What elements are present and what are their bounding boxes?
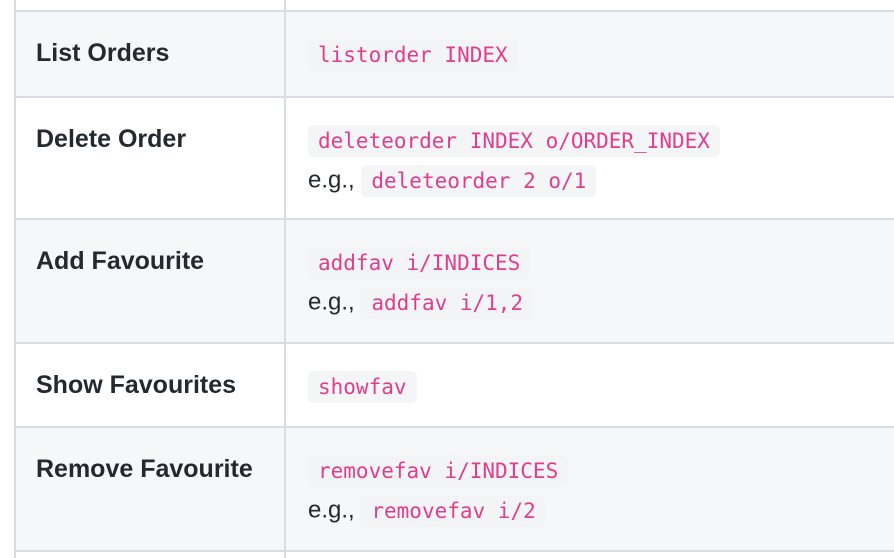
table-row-remove-favourite: Remove Favourite removefav i/INDICES e.g… [16, 428, 894, 552]
table-row-partial-bottom [16, 552, 894, 558]
table-row-show-favourites: Show Favourites showfav [16, 344, 894, 428]
format-cell: addfav i/INDICES e.g., addfav i/1,2 [286, 220, 894, 342]
example-line: e.g., addfav i/1,2 [308, 286, 534, 319]
action-label: Delete Order [16, 98, 286, 218]
format-cell: removefav i/INDICES e.g., removefav i/2 [286, 428, 894, 550]
command-format-code: listorder INDEX [308, 38, 518, 71]
command-format-code: showfav [308, 370, 417, 403]
example-prefix: e.g., [308, 166, 355, 194]
format-cell: listorder INDEX [286, 12, 894, 96]
table-cell-format [286, 0, 894, 10]
example-line: e.g., deleteorder 2 o/1 [308, 164, 597, 197]
format-cell: showfav [286, 344, 894, 426]
command-example-code: removefav i/2 [361, 494, 546, 527]
example-prefix: e.g., [308, 288, 355, 316]
example-prefix: e.g., [308, 496, 355, 524]
action-label: List Orders [16, 12, 286, 96]
command-example-code: addfav i/1,2 [361, 286, 534, 319]
command-format-code: addfav i/INDICES [308, 246, 531, 279]
example-line: e.g., removefav i/2 [308, 494, 546, 527]
command-format-code: deleteorder INDEX o/ORDER_INDEX [308, 124, 720, 157]
action-label: Remove Favourite [16, 428, 286, 550]
table-row-delete-order: Delete Order deleteorder INDEX o/ORDER_I… [16, 98, 894, 220]
table-cell-action [16, 0, 286, 10]
command-example-code: deleteorder 2 o/1 [361, 164, 597, 197]
table-cell-format [286, 552, 894, 558]
command-summary-table: List Orders listorder INDEX Delete Order… [14, 0, 894, 558]
table-row-add-favourite: Add Favourite addfav i/INDICES e.g., add… [16, 220, 894, 344]
command-format-code: removefav i/INDICES [308, 454, 569, 487]
action-label: Add Favourite [16, 220, 286, 342]
table-row-partial-top [16, 0, 894, 12]
action-label: Show Favourites [16, 344, 286, 426]
format-cell: deleteorder INDEX o/ORDER_INDEX e.g., de… [286, 98, 894, 218]
table-row-list-orders: List Orders listorder INDEX [16, 12, 894, 98]
table-cell-action [16, 552, 286, 558]
